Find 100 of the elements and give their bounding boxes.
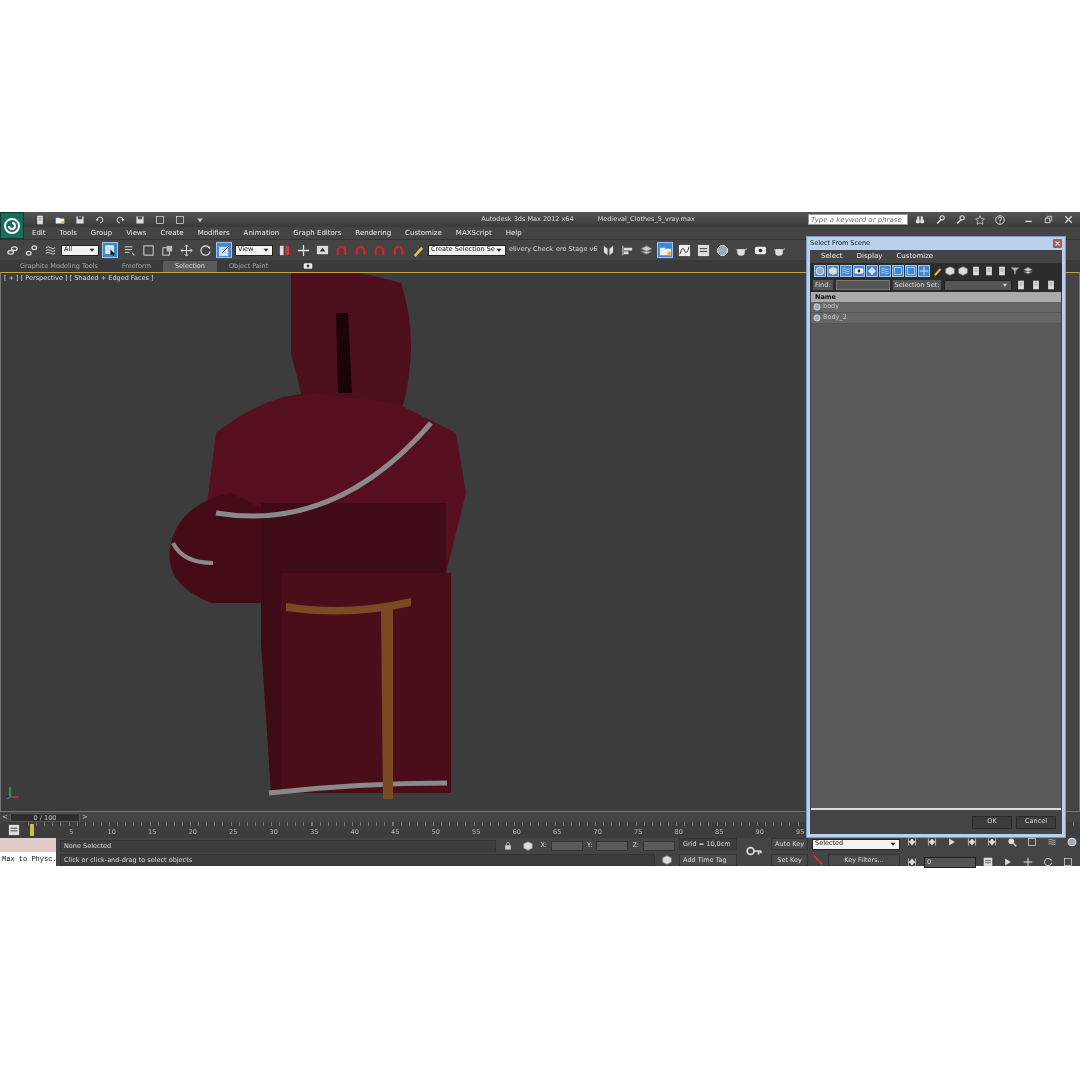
document-icon (971, 265, 981, 276)
bars-icon (277, 243, 291, 257)
magnet-icon (372, 243, 386, 257)
skip-icon (907, 837, 917, 847)
layers-button[interactable] (638, 242, 655, 258)
document-icon (35, 214, 45, 225)
align-icon (620, 243, 634, 257)
scale-button[interactable] (216, 242, 232, 258)
rectangle-icon (1063, 857, 1073, 867)
layers-icon (639, 243, 653, 257)
find-field[interactable] (835, 280, 890, 290)
unlink-button[interactable] (23, 242, 39, 258)
document-icon (997, 265, 1007, 276)
undo-icon (95, 214, 105, 225)
select-icon (103, 243, 117, 257)
link-icon (5, 243, 19, 257)
app-logo[interactable] (0, 212, 24, 239)
rectangle-icon (141, 243, 155, 257)
rotate-icon (198, 243, 212, 257)
redo-icon (115, 214, 125, 225)
magnet-icon (334, 243, 348, 257)
window-icon (160, 243, 174, 257)
rotate-button[interactable] (197, 242, 213, 258)
binoculars-icon (915, 214, 925, 225)
rectangle-icon (906, 265, 916, 276)
select-button[interactable] (102, 242, 118, 258)
document-icon (1016, 280, 1027, 290)
sphere-icon (715, 243, 729, 257)
document-button[interactable] (970, 264, 982, 277)
caret-icon (889, 840, 897, 848)
sphere-button[interactable] (814, 264, 826, 277)
rectangle-icon (893, 265, 903, 276)
save-icon (135, 214, 145, 225)
crosshair-button[interactable] (918, 264, 930, 277)
monitor-icon (315, 243, 329, 257)
magnet-icon (353, 243, 367, 257)
help-icon (995, 214, 1005, 225)
skip-icon (967, 837, 977, 847)
magnet-icon (391, 243, 405, 257)
scale-icon (217, 243, 231, 257)
caret-icon (88, 246, 96, 254)
rectangle-icon (1027, 837, 1037, 847)
listener-field[interactable] (0, 838, 56, 852)
rectangle-button[interactable] (905, 264, 917, 277)
lock-icon (503, 840, 514, 851)
pen-icon (812, 853, 824, 866)
crosshair-button[interactable] (295, 242, 311, 258)
move-icon (179, 243, 193, 257)
skip-icon (927, 837, 937, 847)
logo-icon (4, 217, 20, 234)
document-icon (1031, 280, 1042, 290)
wave-icon (43, 243, 57, 257)
sphere-button[interactable] (714, 242, 731, 258)
play-icon (1003, 857, 1013, 867)
coordinate-field[interactable] (643, 840, 676, 851)
wave-icon (841, 265, 851, 276)
current-frame-marker[interactable] (30, 824, 34, 836)
curve-icon (677, 243, 691, 257)
diamond-button[interactable] (866, 264, 878, 277)
filter-icon (1010, 265, 1020, 276)
axis-gizmo-icon (6, 785, 20, 799)
zoom-icon (1007, 837, 1017, 847)
coordinate-field[interactable] (551, 840, 584, 851)
folder-button[interactable] (657, 242, 674, 258)
save-icon (75, 214, 85, 225)
list-icon (122, 243, 136, 257)
close-icon (1063, 215, 1073, 224)
crosshair-icon (1023, 857, 1033, 867)
wave-button[interactable] (840, 264, 852, 277)
wave-icon (1047, 837, 1057, 847)
sphere-icon (1067, 837, 1077, 847)
crosshair-icon (919, 265, 929, 276)
document-button[interactable] (983, 264, 995, 277)
wave-button[interactable] (879, 264, 891, 277)
wave-icon (880, 265, 890, 276)
document-icon (1046, 280, 1057, 290)
mirror-icon (601, 243, 615, 257)
coordinate-field[interactable] (596, 840, 629, 851)
unlink-icon (24, 243, 38, 257)
restore-icon (1043, 215, 1053, 224)
rectangle-icon (175, 214, 185, 225)
layers-button[interactable] (1022, 264, 1034, 277)
filter-button[interactable] (1009, 264, 1021, 277)
move-button[interactable] (178, 242, 194, 258)
crosshair-icon (296, 243, 310, 257)
curve-button[interactable] (676, 242, 693, 258)
skip-icon (987, 837, 997, 847)
sphere-icon (815, 265, 825, 276)
rectangle-button[interactable] (892, 264, 904, 277)
document-icon (984, 265, 994, 276)
caret-icon (262, 246, 270, 254)
wrench-icon (955, 214, 965, 225)
layers-icon (1023, 265, 1033, 276)
document-button[interactable] (996, 264, 1008, 277)
wrench-icon (935, 214, 945, 225)
star-icon (975, 214, 985, 225)
caret-icon (1001, 281, 1010, 289)
rotate-icon (1043, 857, 1053, 867)
diamond-icon (867, 265, 877, 276)
close-icon (1052, 239, 1062, 248)
